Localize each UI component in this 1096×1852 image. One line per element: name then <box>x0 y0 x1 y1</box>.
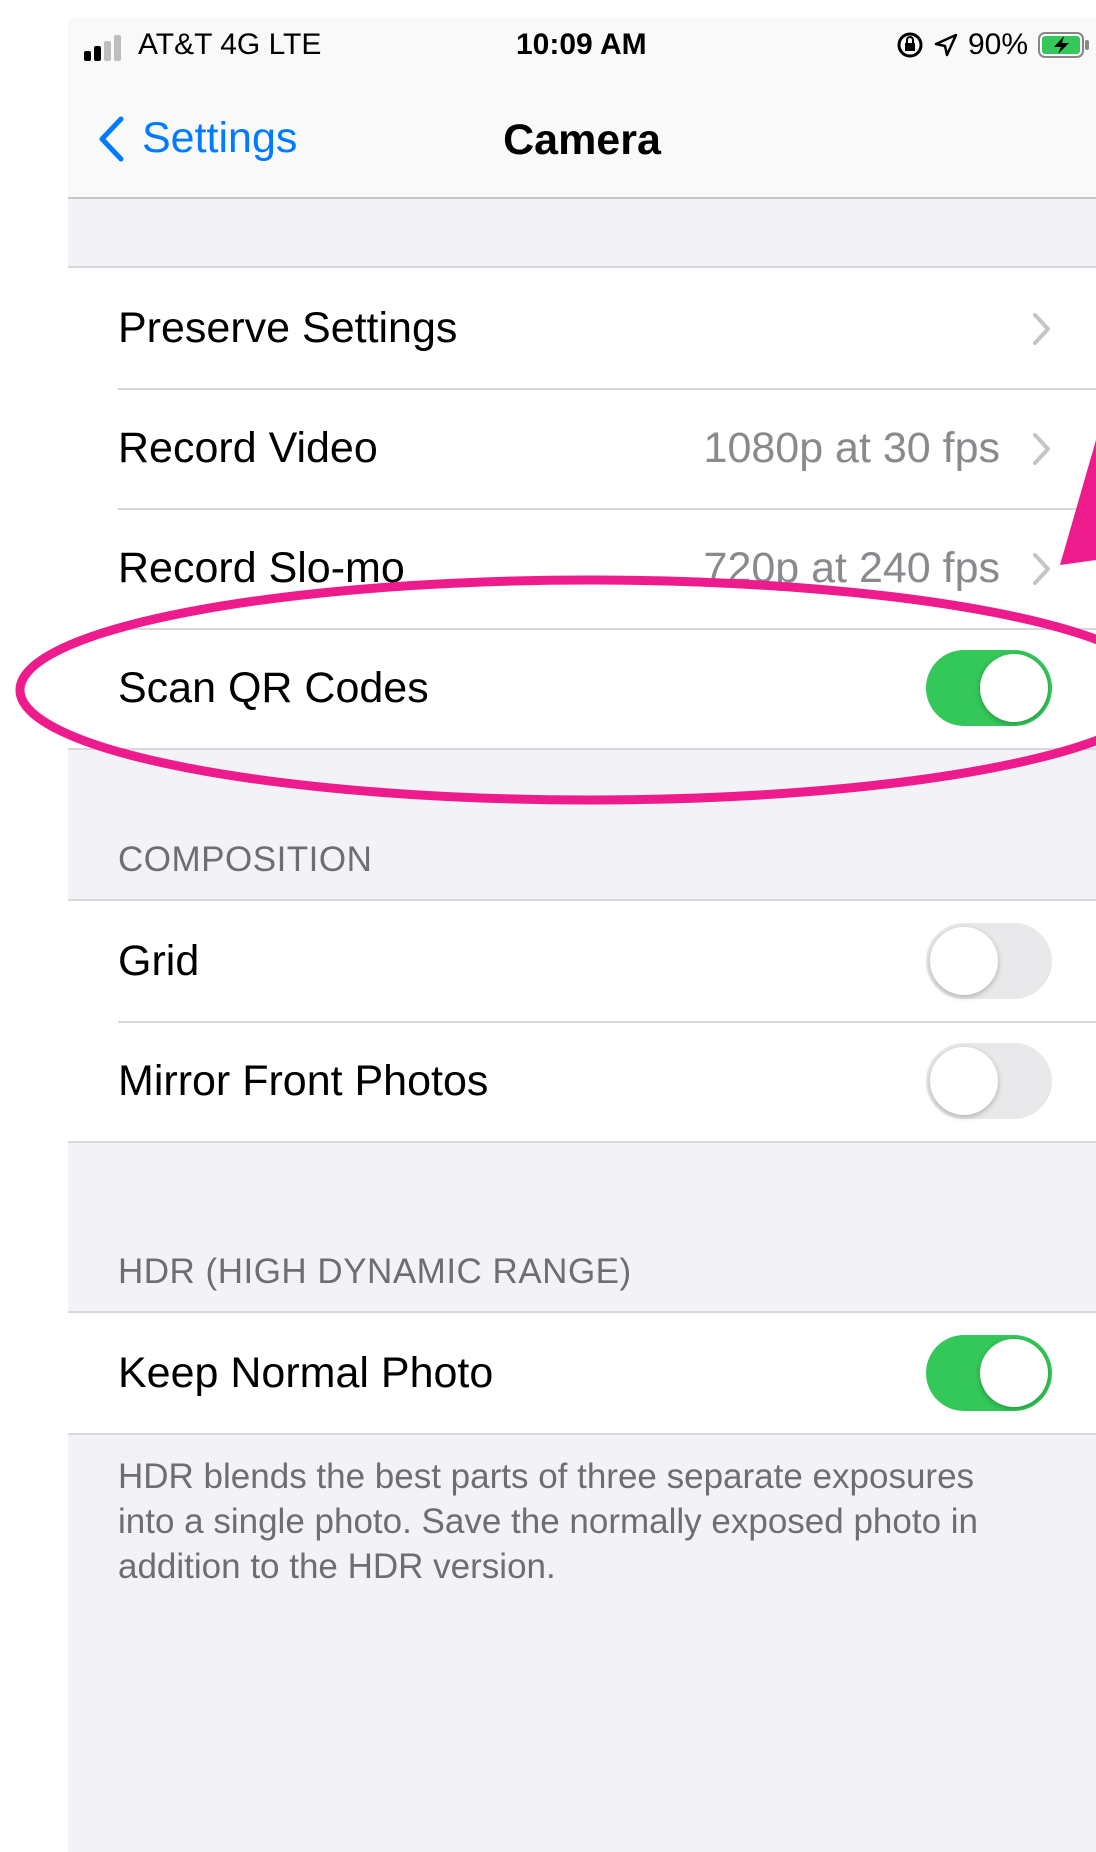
scan-qr-codes-toggle[interactable] <box>926 650 1052 726</box>
navigation-bar: Settings Camera <box>68 78 1096 199</box>
grid-toggle[interactable] <box>926 923 1052 999</box>
row-label: Record Slo-mo <box>118 544 405 592</box>
status-bar: AT&T 4G LTE 10:09 AM 90% <box>68 18 1096 78</box>
location-icon <box>934 33 958 57</box>
row-label: Mirror Front Photos <box>118 1057 489 1105</box>
toggle-knob <box>980 1339 1048 1407</box>
keep-normal-photo-toggle[interactable] <box>926 1335 1052 1411</box>
battery-charging-icon <box>1038 32 1089 58</box>
hdr-footer-note: HDR blends the best parts of three separ… <box>118 1457 979 1586</box>
capture-settings-group: Preserve Settings Record Video 1080p at … <box>68 266 1096 750</box>
orientation-lock-icon <box>897 32 923 58</box>
toggle-knob <box>930 1047 998 1115</box>
row-scan-qr-codes: Scan QR Codes <box>68 628 1096 748</box>
status-right: 90% <box>896 28 1090 62</box>
signal-icon <box>84 35 121 61</box>
mirror-front-photos-toggle[interactable] <box>926 1043 1052 1119</box>
section-header-hdr: HDR (HIGH DYNAMIC RANGE) <box>118 1252 632 1291</box>
hdr-group: Keep Normal Photo <box>68 1311 1096 1435</box>
row-grid: Grid <box>68 901 1096 1021</box>
toggle-knob <box>980 654 1048 722</box>
chevron-right-icon <box>1033 313 1050 345</box>
page-title: Camera <box>503 116 661 164</box>
row-value: 1080p at 30 fps <box>703 424 1000 472</box>
battery-percent: 90% <box>967 28 1028 61</box>
chevron-right-icon <box>1033 433 1050 465</box>
toggle-knob <box>930 927 998 995</box>
row-label: Grid <box>118 937 200 985</box>
status-time: 10:09 AM <box>516 28 647 61</box>
row-record-slo-mo[interactable]: Record Slo-mo 720p at 240 fps <box>68 508 1096 628</box>
composition-group: Grid Mirror Front Photos <box>68 899 1096 1143</box>
chevron-right-icon <box>1033 553 1050 585</box>
row-label: Scan QR Codes <box>118 664 429 712</box>
row-keep-normal-photo: Keep Normal Photo <box>68 1313 1096 1433</box>
section-header-composition: COMPOSITION <box>118 840 373 879</box>
row-label: Preserve Settings <box>118 304 458 352</box>
row-mirror-front-photos: Mirror Front Photos <box>68 1021 1096 1141</box>
row-value: 720p at 240 fps <box>703 544 1000 592</box>
row-record-video[interactable]: Record Video 1080p at 30 fps <box>68 388 1096 508</box>
row-label: Keep Normal Photo <box>118 1349 494 1397</box>
row-label: Record Video <box>118 424 378 472</box>
settings-screen: AT&T 4G LTE 10:09 AM 90% Settings Camera… <box>68 18 1096 1852</box>
carrier-label: AT&T 4G LTE <box>138 28 322 61</box>
row-preserve-settings[interactable]: Preserve Settings <box>68 268 1096 388</box>
